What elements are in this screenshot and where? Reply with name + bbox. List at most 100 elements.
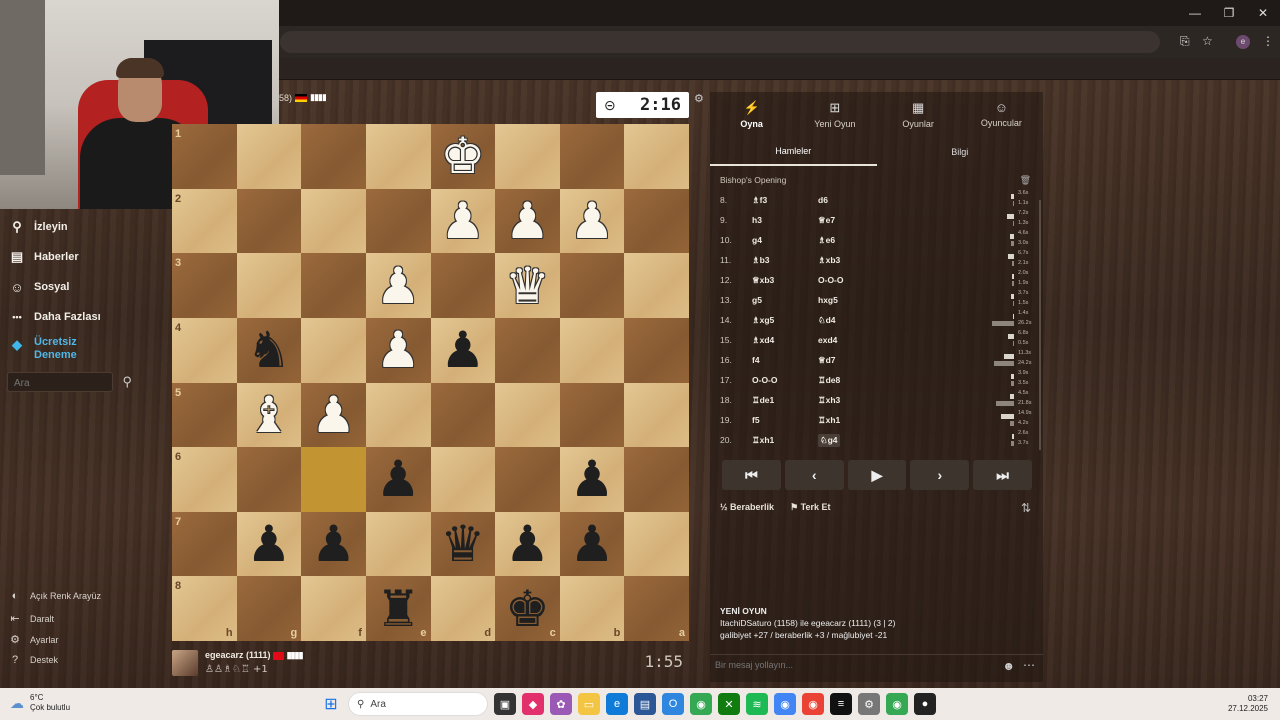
- board-square[interactable]: ♟: [430, 317, 496, 383]
- board-square[interactable]: [559, 317, 625, 383]
- flip-board-icon[interactable]: ⇅: [1021, 501, 1031, 515]
- white-move[interactable]: ♖xh1: [752, 435, 774, 446]
- app-black-icon[interactable]: ≡: [830, 693, 852, 715]
- black-pawn-piece[interactable]: ♟: [440, 325, 485, 375]
- white-move[interactable]: ♕xb3: [752, 275, 774, 286]
- white-move[interactable]: ♗xd4: [752, 335, 774, 346]
- system-clock[interactable]: 03:27 27.12.2025: [1228, 694, 1268, 714]
- play-button[interactable]: ▶: [847, 460, 907, 490]
- black-move[interactable]: ♖xh1: [818, 415, 840, 426]
- board-square[interactable]: f: [301, 576, 366, 641]
- black-queen-piece[interactable]: ♛: [440, 519, 485, 569]
- install-icon[interactable]: ⎘: [1180, 34, 1190, 49]
- board-square[interactable]: ♞: [236, 317, 302, 383]
- tab-play[interactable]: ⚡ Oyna: [710, 92, 793, 136]
- white-pawn-piece[interactable]: ♟: [570, 196, 615, 246]
- taskbar-search[interactable]: ⚲ Ara: [348, 692, 488, 716]
- app-copilot-icon[interactable]: ✿: [550, 693, 572, 715]
- app-diamond-icon[interactable]: ◆: [522, 693, 544, 715]
- board-square[interactable]: [624, 511, 689, 577]
- tab-games[interactable]: ▦ Oyunlar: [877, 92, 960, 136]
- board-square[interactable]: ♟: [559, 188, 625, 254]
- board-square[interactable]: ♟: [365, 447, 431, 512]
- board-square[interactable]: ♟: [559, 511, 625, 577]
- board-square[interactable]: [365, 124, 431, 189]
- sidebar-search-input[interactable]: [8, 375, 96, 392]
- board-square[interactable]: [301, 447, 366, 512]
- white-move[interactable]: f4: [752, 355, 760, 365]
- white-move[interactable]: O-O-O: [752, 375, 778, 385]
- board-square[interactable]: ♟: [430, 188, 496, 254]
- profile-avatar[interactable]: e: [1236, 35, 1250, 49]
- trash-icon[interactable]: 🗑: [1020, 175, 1031, 186]
- black-king-piece[interactable]: ♚: [505, 584, 550, 634]
- white-move[interactable]: g5: [752, 295, 762, 305]
- board-square[interactable]: [430, 253, 496, 318]
- draw-button[interactable]: ½ Beraberlik: [720, 502, 774, 513]
- board-square[interactable]: [559, 124, 625, 189]
- black-move[interactable]: ♖xh3: [818, 395, 840, 406]
- black-move[interactable]: ♗xb3: [818, 255, 840, 266]
- star-icon[interactable]: ☆: [1202, 34, 1213, 48]
- black-rook-piece[interactable]: ♜: [376, 584, 421, 634]
- white-pawn-piece[interactable]: ♟: [440, 196, 485, 246]
- resign-button[interactable]: ⚑ Terk Et: [790, 502, 830, 513]
- avatar[interactable]: [172, 650, 198, 676]
- tab-moves[interactable]: Hamleler: [710, 138, 877, 166]
- edge-icon[interactable]: e: [606, 693, 628, 715]
- black-move[interactable]: d6: [818, 195, 828, 205]
- weather-widget[interactable]: ☁ 6°C Çok bulutlu: [10, 693, 70, 713]
- board-square[interactable]: ♟: [495, 511, 560, 577]
- white-move[interactable]: ♗b3: [752, 255, 770, 266]
- settings-button[interactable]: ⚙ Ayarlar: [8, 633, 58, 646]
- board-square[interactable]: 7: [172, 511, 237, 577]
- board-square[interactable]: [624, 188, 689, 254]
- board-square[interactable]: [624, 382, 689, 448]
- chrome-green-icon[interactable]: ◉: [886, 693, 908, 715]
- support-button[interactable]: ? Destek: [8, 654, 58, 666]
- board-square[interactable]: [624, 124, 689, 189]
- black-pawn-piece[interactable]: ♟: [505, 519, 550, 569]
- board-square[interactable]: [236, 253, 302, 318]
- black-pawn-piece[interactable]: ♟: [247, 519, 292, 569]
- board-square[interactable]: [624, 447, 689, 512]
- white-king-piece[interactable]: ♚: [440, 131, 485, 181]
- board-square[interactable]: [430, 382, 496, 448]
- board-square[interactable]: [236, 188, 302, 254]
- board-square[interactable]: [301, 317, 366, 383]
- black-move[interactable]: ♕e7: [818, 215, 835, 226]
- sidebar-item-news[interactable]: ▤ Haberler: [8, 248, 79, 266]
- board-square[interactable]: ♟: [301, 382, 366, 448]
- white-pawn-piece[interactable]: ♟: [311, 390, 356, 440]
- spotify-icon[interactable]: ≋: [746, 693, 768, 715]
- board-square[interactable]: [365, 511, 431, 577]
- board-square[interactable]: [495, 447, 560, 512]
- white-pawn-piece[interactable]: ♟: [376, 325, 421, 375]
- sidebar-item-more[interactable]: ••• Daha Fazlası: [8, 308, 100, 326]
- board-square[interactable]: d: [430, 576, 496, 641]
- board-square[interactable]: 4: [172, 317, 237, 383]
- chrome-icon[interactable]: ◉: [690, 693, 712, 715]
- board-square[interactable]: [236, 447, 302, 512]
- board-square[interactable]: ♟: [495, 188, 560, 254]
- search-icon[interactable]: ⚲: [122, 374, 132, 390]
- emoji-icon[interactable]: ☻: [1002, 659, 1015, 673]
- black-move[interactable]: ♘d4: [818, 315, 836, 326]
- player-name[interactable]: egeacarz (1111): [205, 650, 271, 660]
- more-options-icon[interactable]: ⋯: [1023, 658, 1035, 672]
- sidebar-item-social[interactable]: ☺ Sosyal: [8, 278, 69, 296]
- white-bishop-piece[interactable]: ♝: [247, 390, 292, 440]
- board-square[interactable]: ♝: [236, 382, 302, 448]
- file-explorer-icon[interactable]: ▭: [578, 693, 600, 715]
- board-square[interactable]: b: [559, 576, 625, 641]
- board-square[interactable]: [365, 188, 431, 254]
- chess-board[interactable]: 1 ♚ 2 ♟ ♟ ♟ 3 ♟ ♛ 4 ♞ ♟ ♟ 5 ♝ ♟ 6 ♟ ♟ 7 ♟ ♟ ♛ ♟ ♟ 8 h g f e ♜ d c ♚ b a: [172, 124, 689, 641]
- board-square[interactable]: [301, 253, 366, 318]
- white-pawn-piece[interactable]: ♟: [376, 261, 421, 311]
- address-bar[interactable]: [280, 31, 1160, 53]
- board-square[interactable]: 8h: [172, 576, 237, 641]
- black-pawn-piece[interactable]: ♟: [311, 519, 356, 569]
- white-move[interactable]: ♗f3: [752, 195, 767, 206]
- board-square[interactable]: 3: [172, 253, 237, 318]
- board-square[interactable]: 1: [172, 124, 237, 189]
